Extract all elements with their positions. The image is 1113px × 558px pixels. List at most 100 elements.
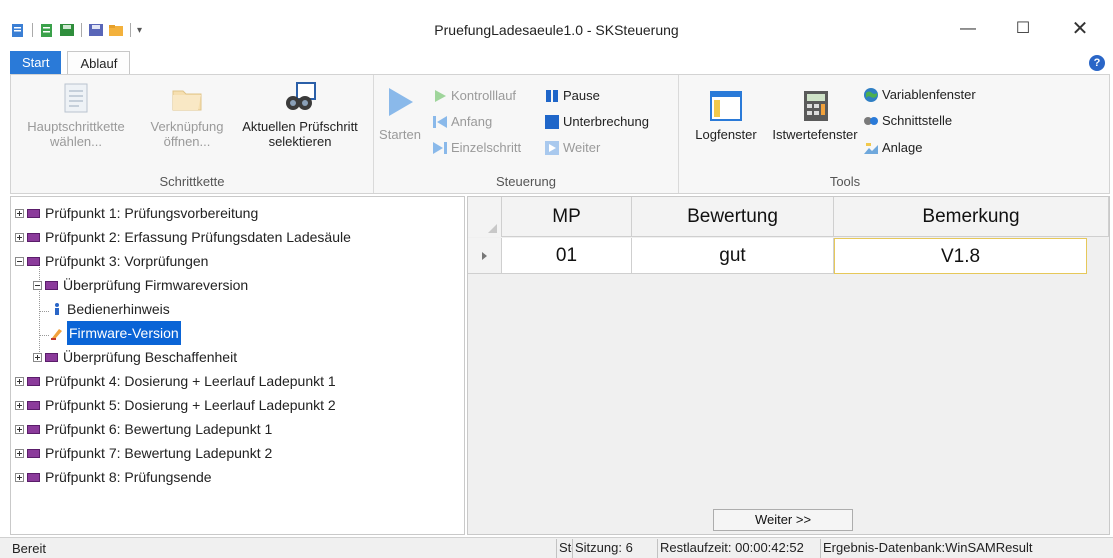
grid-select-all[interactable] [468,197,502,237]
expand-icon[interactable] [15,424,24,434]
button-label-line2: wählen... [49,134,103,149]
tree-item[interactable]: Prüfpunkt 5: Dosierung + Leerlauf Ladepu… [15,393,336,417]
floppy-save-icon[interactable] [88,22,104,38]
document-list-icon [64,83,88,113]
anlage-label: Anlage [882,140,923,155]
info-icon [55,303,59,315]
cell-mp[interactable]: 01 [502,238,632,274]
einzelschritt-button[interactable]: Einzelschritt [432,138,521,158]
weiter-ribbon-button[interactable]: Weiter [544,138,600,158]
cell-bewertung[interactable]: gut [632,238,834,274]
tree-item[interactable]: Prüfpunkt 6: Bewertung Ladepunkt 1 [15,417,272,441]
green-document-icon[interactable] [39,22,55,38]
expand-icon[interactable] [15,400,24,410]
calculator-window-icon [804,91,828,121]
collapse-icon[interactable] [33,280,42,290]
tree-item-label: Prüfpunkt 8: Prüfungsende [45,469,212,485]
verknuepfung-oeffnen-button[interactable]: Verknüpfung öffnen... [139,81,235,149]
title-bar: ▾ PruefungLadesaeule1.0 - SKSteuerung — … [0,0,1113,44]
aktuellen-pruefschritt-selektieren-button[interactable]: Aktuellen Prüfschritt selektieren [229,81,371,149]
button-label-line2: selektieren [268,134,332,149]
plant-icon [864,143,878,154]
anlage-button[interactable]: Anlage [863,138,922,158]
tree-item-label: Prüfpunkt 4: Dosierung + Leerlauf Ladepu… [45,373,336,389]
istwertefenster-label: Istwertefenster [772,127,858,142]
tree-item[interactable]: Prüfpunkt 4: Dosierung + Leerlauf Ladepu… [15,369,336,393]
interface-plug-icon [864,117,878,125]
tree-item[interactable]: Bedienerhinweis [51,297,170,321]
tree-item[interactable]: Überprüfung Beschaffenheit [33,345,237,369]
expand-icon[interactable] [15,208,24,218]
group-label-schrittkette: Schrittkette [159,174,225,189]
row-selector-arrow-icon[interactable] [468,238,502,274]
expand-icon[interactable] [15,376,24,386]
play-icon [389,88,413,116]
table-row[interactable]: 01 gut V1.8 [468,238,1109,274]
step-tree[interactable]: Prüfpunkt 1: Prüfungsvorbereitung Prüfpu… [10,196,465,535]
column-header-mp[interactable]: MP [502,197,632,237]
weiter-button[interactable]: Weiter >> [713,509,853,531]
variablenfenster-label: Variablenfenster [882,87,976,102]
button-label-line1: Verknüpfung [150,119,224,134]
save-green-icon[interactable] [59,22,75,38]
group-label-steuerung: Steuerung [496,174,556,189]
variablenfenster-button[interactable]: Variablenfenster [863,85,976,105]
logfenster-label: Logfenster [695,127,757,142]
tree-item[interactable]: Prüfpunkt 3: Vorprüfungen [15,249,208,273]
log-window-icon [710,91,742,121]
expand-icon[interactable] [15,448,24,458]
istwertefenster-button[interactable]: Istwertefenster [765,89,865,142]
kontrolllauf-button[interactable]: Kontrolllauf [432,86,516,106]
anfang-button[interactable]: Anfang [432,112,492,132]
pause-icon [546,90,558,102]
step-folder-icon [27,256,40,266]
tree-item-label: Prüfpunkt 1: Prüfungsvorbereitung [45,205,259,221]
expand-icon[interactable] [33,352,42,362]
logfenster-button[interactable]: Logfenster [681,89,771,142]
step-folder-icon [27,424,40,434]
tree-item-label: Prüfpunkt 5: Dosierung + Leerlauf Ladepu… [45,397,336,413]
customize-toolbar-dropdown-icon[interactable]: ▾ [137,25,142,36]
status-restlaufzeit: Restlaufzeit: 00:00:42:52 [657,539,820,558]
tree-item[interactable]: Prüfpunkt 8: Prüfungsende [15,465,212,489]
step-folder-icon [27,400,40,410]
step-folder-icon [27,472,40,482]
tree-item[interactable]: Überprüfung Firmwareversion [33,273,248,297]
step-folder-icon [45,280,58,290]
collapse-icon[interactable] [15,256,24,266]
minimize-button[interactable]: — [945,14,991,44]
hauptschrittkette-waehlen-button[interactable]: Hauptschrittkette wählen... [11,81,141,149]
tree-item-label: Überprüfung Beschaffenheit [63,349,238,365]
unterbrechung-button[interactable]: Unterbrechung [544,112,649,132]
step-folder-icon [27,448,40,458]
group-schrittkette: Hauptschrittkette wählen... Verknüpfung … [11,75,374,193]
binoculars-icon [286,82,316,110]
group-tools: Logfenster Istwertefenster Variablenfens… [679,75,1011,193]
play-green-icon [435,90,446,102]
status-stop: Stop [556,539,572,558]
tree-item[interactable]: Prüfpunkt 2: Erfassung Prüfungsdaten Lad… [15,225,351,249]
edit-document-icon[interactable] [10,22,26,38]
folder-open-icon[interactable] [108,22,124,38]
maximize-button[interactable]: ☐ [1000,14,1046,44]
tab-start[interactable]: Start [10,51,62,75]
globe-icon [864,88,878,102]
pause-button[interactable]: Pause [544,86,600,106]
edit-value-icon [51,329,62,340]
starten-button[interactable]: Starten [378,81,422,142]
tree-item[interactable]: Prüfpunkt 1: Prüfungsvorbereitung [15,201,258,225]
tree-item[interactable]: Prüfpunkt 7: Bewertung Ladepunkt 2 [15,441,272,465]
cell-bemerkung[interactable]: V1.8 [834,238,1087,274]
column-header-bemerkung[interactable]: Bemerkung [834,197,1109,237]
starten-label: Starten [379,127,421,142]
expand-icon[interactable] [15,472,24,482]
schnittstelle-button[interactable]: Schnittstelle [863,111,952,131]
close-button[interactable]: ✕ [1057,14,1103,44]
step-folder-icon [27,376,40,386]
column-header-bewertung[interactable]: Bewertung [632,197,834,237]
help-icon[interactable]: ? [1089,55,1105,71]
expand-icon[interactable] [15,232,24,242]
tab-ablauf[interactable]: Ablauf [67,51,131,75]
tree-item-selected[interactable]: Firmware-Version [51,321,181,345]
toolbar-separator [32,23,33,37]
